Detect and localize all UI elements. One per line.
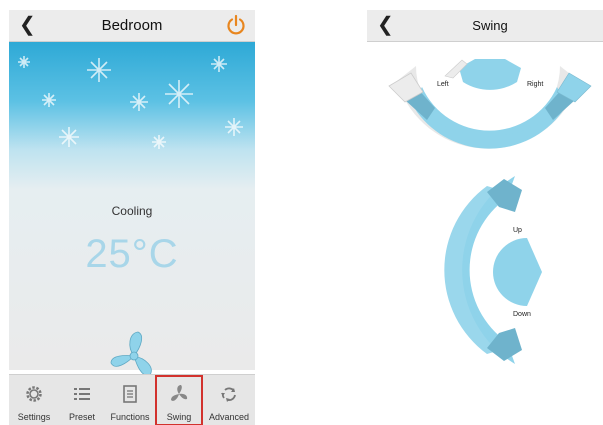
nav-bar: ❮ Swing [367, 10, 603, 42]
temperature-display: 25°C [85, 232, 179, 276]
document-icon [123, 385, 137, 403]
horizontal-swing-control[interactable]: Left Right [388, 59, 592, 149]
vertical-swing-control[interactable]: Up Down [444, 176, 542, 364]
nav-bar: ❮ Bedroom [9, 10, 255, 42]
recycle-icon [221, 387, 236, 402]
gear-icon [26, 386, 42, 402]
tab-label: Functions [110, 412, 150, 422]
tab-functions[interactable]: Functions [106, 375, 154, 425]
page-title: Bedroom [101, 17, 163, 34]
mode-label: Cooling [111, 204, 153, 218]
tab-label: Advanced [208, 412, 250, 422]
swing-up-label: Up [513, 227, 522, 234]
snowflake-pattern [18, 56, 243, 149]
swing-icon [171, 385, 188, 401]
swing-screen: ❮ Swing Left Right Up Down [367, 10, 603, 425]
list-icon [74, 388, 90, 400]
snowflake-background: Cooling 25°C [9, 42, 255, 376]
page-title: Swing [472, 18, 508, 33]
tab-preset[interactable]: Preset [58, 375, 106, 425]
tab-swing[interactable]: Swing [155, 375, 203, 425]
swing-controls: Left Right Up Down [388, 59, 592, 364]
power-icon[interactable] [225, 14, 247, 36]
tab-bar: Settings Preset Functions Swing Advanced [9, 374, 255, 425]
tab-advanced[interactable]: Advanced [205, 375, 253, 425]
swing-right-label: Right [527, 81, 543, 88]
main-screen: ❮ Bedroom Cooling 25°C Settings Preset F… [9, 10, 255, 425]
swing-down-label: Down [513, 311, 531, 318]
tab-label: Swing [166, 412, 192, 422]
tab-settings[interactable]: Settings [10, 375, 58, 425]
swing-left-label: Left [437, 81, 449, 88]
